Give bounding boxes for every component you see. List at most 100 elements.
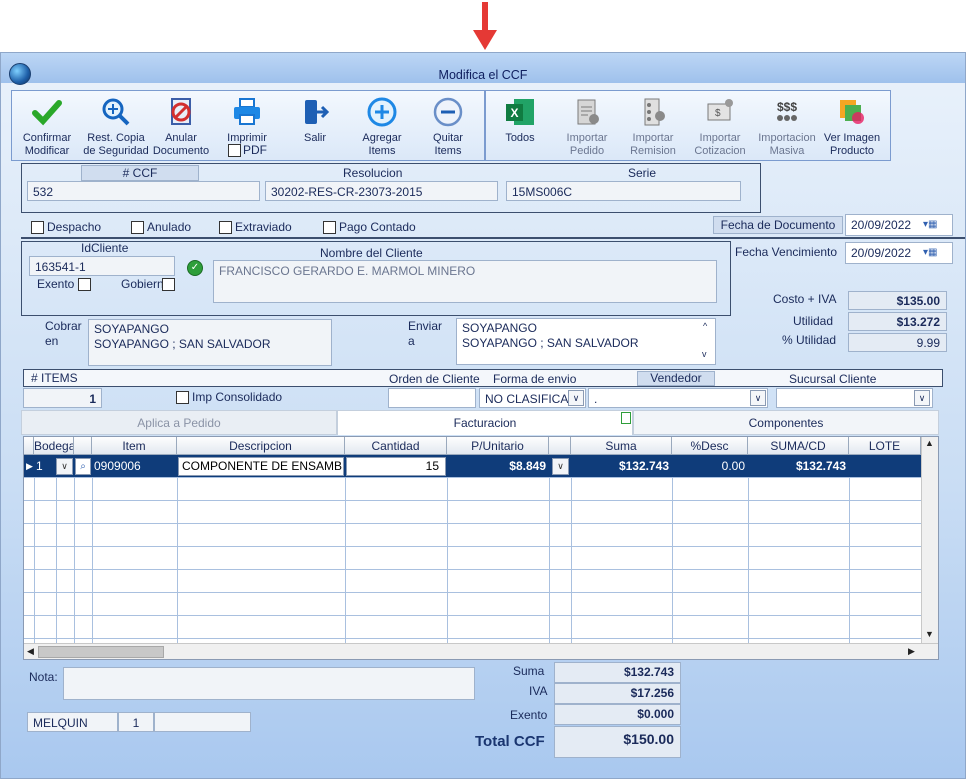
table-row[interactable]: ▶ 1 ∨ ⌕ 0909006 COMPONENTE DE ENSAMBLAJE… — [24, 455, 921, 477]
quote-money-icon: $ — [707, 99, 733, 121]
importar-remision-button[interactable]: Importar Remision — [618, 92, 688, 158]
grid-header-item[interactable]: Item — [92, 437, 177, 455]
horizontal-scrollbar[interactable]: ◀ ▶ — [24, 643, 938, 659]
grid-header-desc[interactable]: %Desc — [672, 437, 748, 455]
forma-envio-label: Forma de envio — [493, 372, 577, 386]
confirmar-button[interactable]: Confirmar Modificar — [12, 92, 82, 158]
anulado-checkbox[interactable] — [131, 221, 144, 234]
imp-masiva-label: Importacion Masiva — [758, 132, 816, 157]
salir-button[interactable]: Salir — [280, 92, 350, 145]
cell-cantidad[interactable]: 15 — [346, 457, 446, 476]
quitar-items-button[interactable]: Quitar Items — [413, 92, 483, 158]
grid-header-blank — [549, 437, 571, 455]
resolucion-field[interactable]: 30202-RES-CR-23073-2015 — [265, 181, 498, 201]
app-globe-icon — [9, 63, 31, 85]
orden-cliente-label: Orden de Cliente — [389, 372, 480, 386]
idcliente-field[interactable]: 163541-1 — [29, 256, 175, 276]
grid-header-lote[interactable]: LOTE — [849, 437, 921, 455]
suma-label: Suma — [513, 664, 545, 678]
calendar-icon[interactable]: ▾▦ — [923, 219, 937, 230]
grid-row-indicator-header — [24, 437, 34, 455]
ver-imagen-label: Ver Imagen Producto — [823, 132, 881, 157]
chevron-down-icon[interactable]: ∨ — [568, 390, 584, 406]
iva-label: IVA — [529, 684, 548, 698]
scroll-up-icon[interactable]: ^ — [703, 321, 707, 331]
cobrar-en-field[interactable]: SOYAPANGO SOYAPANGO ; SAN SALVADOR — [88, 319, 332, 366]
cell-lote[interactable] — [850, 457, 920, 475]
user-field: MELQUIN — [27, 712, 118, 732]
fecha-vencimiento-label: Fecha Vencimiento — [735, 245, 838, 259]
chevron-down-icon[interactable]: ∨ — [750, 390, 766, 406]
vendedor-select[interactable]: . — [588, 388, 768, 408]
clipboard-check-icon — [577, 99, 599, 125]
cell-descripcion[interactable]: COMPONENTE DE ENSAMBLAJE — [178, 457, 344, 476]
grid-header-cantidad[interactable]: Cantidad — [345, 437, 447, 455]
chevron-down-icon[interactable]: ∨ — [552, 458, 569, 475]
cell-punitario[interactable]: $8.849 — [448, 457, 546, 475]
scroll-down-icon[interactable]: v — [702, 349, 707, 359]
cell-item[interactable]: 0909006 — [94, 457, 141, 475]
validate-check-icon[interactable]: ✓ — [187, 260, 203, 276]
porcentaje-utilidad-label: % Utilidad — [782, 333, 837, 347]
tab-aplica-pedido[interactable]: Aplica a Pedido — [21, 410, 337, 435]
tab-doc-icon — [621, 412, 631, 424]
calendar-icon[interactable]: ▾▦ — [923, 247, 937, 258]
enviar-a-field[interactable]: SOYAPANGO SOYAPANGO ; SAN SALVADOR — [456, 318, 716, 365]
suma-value: $132.743 — [554, 662, 681, 683]
grid-header-descripcion[interactable]: Descripcion — [177, 437, 345, 455]
anular-button[interactable]: Anular Documento — [146, 92, 216, 158]
salir-label: Salir — [303, 132, 326, 144]
tab-componentes[interactable]: Componentes — [633, 410, 939, 435]
nombre-cliente-label: Nombre del Cliente — [320, 246, 423, 260]
cell-desc[interactable]: 0.00 — [673, 457, 745, 475]
gobierno-checkbox[interactable] — [162, 278, 175, 291]
orden-cliente-field[interactable] — [388, 388, 476, 408]
items-count-label: # ITEMS — [31, 371, 78, 385]
red-arrow-indicator — [473, 2, 497, 50]
serie-field[interactable]: 15MS006C — [506, 181, 741, 201]
scroll-right-icon[interactable]: ▶ — [908, 646, 915, 657]
grid-header-sumacd[interactable]: SUMA/CD — [748, 437, 849, 455]
chevron-down-icon[interactable]: ∨ — [56, 458, 73, 475]
fecha-vencimiento-value: 20/09/2022 — [851, 246, 912, 260]
agregar-label: Agregar Items — [362, 132, 402, 157]
total-ccf-value: $150.00 — [554, 726, 681, 758]
importacion-masiva-button[interactable]: $$$ Importacion Masiva — [752, 92, 822, 158]
vertical-scrollbar[interactable]: ▲ ▼ — [921, 437, 938, 643]
utilidad-value: $13.272 — [848, 312, 947, 331]
row-pointer-icon: ▶ — [26, 461, 33, 471]
tab-facturacion[interactable]: Facturacion — [337, 410, 633, 435]
scrollbar-thumb[interactable] — [38, 646, 164, 658]
grid-header-bodega[interactable]: Bodega — [34, 437, 74, 455]
importar-cotizacion-button[interactable]: $ Importar Cotizacion — [685, 92, 755, 158]
ccf-number-field[interactable]: 532 — [27, 181, 260, 201]
chevron-down-icon[interactable]: ∨ — [914, 390, 930, 406]
pdf-checkbox[interactable] — [228, 144, 241, 157]
resolucion-label: Resolucion — [343, 166, 403, 180]
imp-consolidado-checkbox[interactable] — [176, 391, 189, 404]
anulado-label: Anulado — [147, 220, 192, 234]
vendedor-label: Vendedor — [637, 371, 715, 386]
search-icon[interactable]: ⌕ — [75, 458, 91, 475]
importar-pedido-button[interactable]: Importar Pedido — [552, 92, 622, 158]
scroll-left-icon[interactable]: ◀ — [27, 646, 34, 657]
grid-header-punitario[interactable]: P/Unitario — [447, 437, 549, 455]
agregar-items-button[interactable]: Agregar Items — [347, 92, 417, 158]
scroll-up-icon[interactable]: ▲ — [925, 438, 934, 448]
ver-imagen-button[interactable]: Ver Imagen Producto — [817, 92, 887, 158]
extraviado-checkbox[interactable] — [219, 221, 232, 234]
pago-contado-checkbox[interactable] — [323, 221, 336, 234]
cell-bodega[interactable]: 1 — [36, 457, 43, 475]
imprimir-button[interactable]: Imprimir — [212, 92, 282, 145]
exento-checkbox[interactable] — [78, 278, 91, 291]
sucursal-cliente-select[interactable] — [776, 388, 933, 408]
nota-field[interactable] — [63, 667, 475, 700]
excel-todos-button[interactable]: X Todos — [485, 92, 555, 145]
despacho-checkbox[interactable] — [31, 221, 44, 234]
grid-header-suma[interactable]: Suma — [571, 437, 672, 455]
iva-value: $17.256 — [554, 683, 681, 704]
restore-backup-button[interactable]: Rest. Copia de Seguridad — [81, 92, 151, 158]
nombre-cliente-field[interactable]: FRANCISCO GERARDO E. MARMOL MINERO — [213, 260, 717, 303]
utilidad-label: Utilidad — [793, 314, 834, 328]
scroll-down-icon[interactable]: ▼ — [925, 629, 934, 639]
